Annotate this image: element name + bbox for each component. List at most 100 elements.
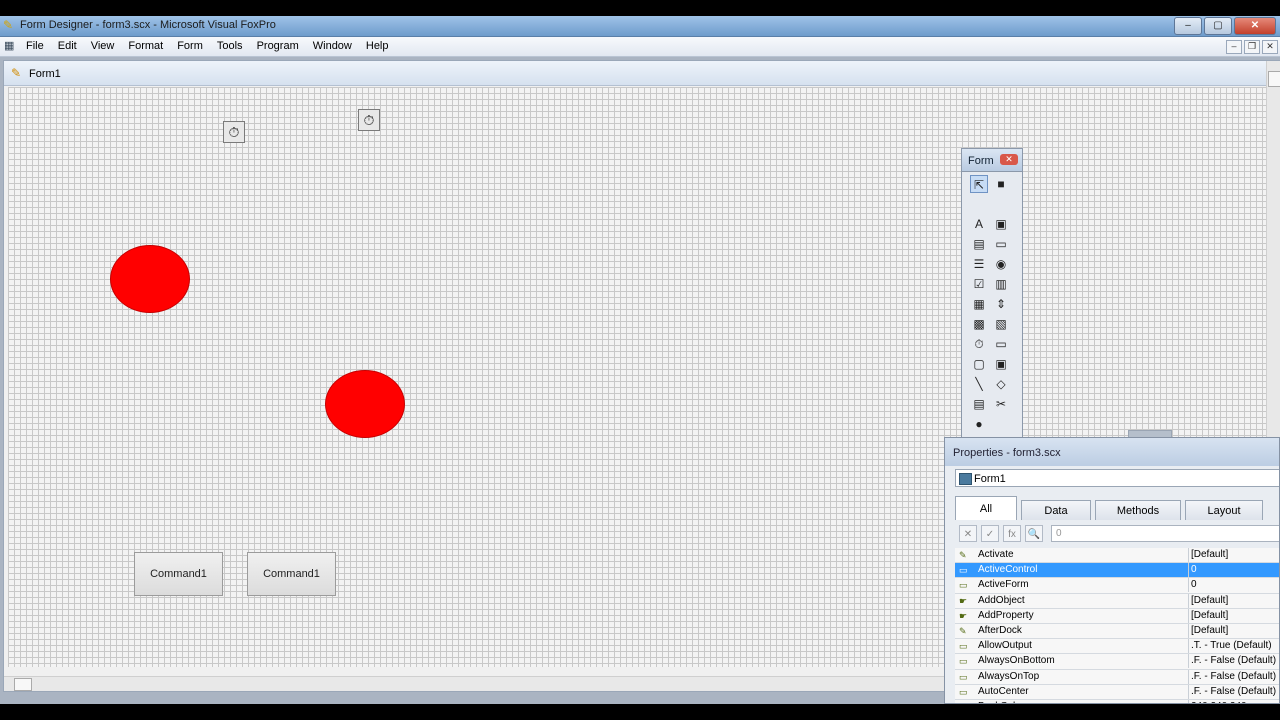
function-button[interactable]: fx bbox=[1003, 525, 1021, 542]
property-row[interactable]: ▭ AlwaysOnTop .F. - False (Default) bbox=[955, 669, 1279, 685]
menu-help[interactable]: Help bbox=[366, 40, 389, 52]
shape-circle-1[interactable] bbox=[110, 245, 190, 313]
property-icon: ▭ bbox=[959, 671, 968, 682]
horizontal-scroll-thumb[interactable] bbox=[14, 678, 32, 691]
maximize-button[interactable]: ▢ bbox=[1204, 17, 1232, 35]
property-icon: ▭ bbox=[959, 565, 968, 576]
label-tool-icon[interactable]: A bbox=[970, 215, 988, 233]
editbox-tool-icon[interactable]: ▤ bbox=[970, 235, 988, 253]
properties-titlebar[interactable]: Properties - form3.scx bbox=[945, 438, 1279, 466]
tab-methods[interactable]: Methods bbox=[1095, 500, 1181, 520]
property-name: AutoCenter bbox=[978, 685, 1029, 697]
object-selector[interactable]: Form1 bbox=[955, 469, 1279, 487]
vertical-scroll-thumb[interactable] bbox=[1268, 71, 1280, 87]
empty-slot bbox=[992, 415, 1010, 433]
property-value[interactable]: [Default] bbox=[1188, 593, 1228, 608]
grid-tool-icon[interactable]: ▩ bbox=[970, 315, 988, 333]
property-value-input[interactable]: 0 bbox=[1051, 525, 1279, 542]
hyperlink-tool-icon[interactable]: ● bbox=[970, 415, 988, 433]
separator-tool-icon[interactable]: ✂ bbox=[992, 395, 1010, 413]
mdi-controls: – ❐ ✕ bbox=[1226, 40, 1278, 54]
command-button-1[interactable]: Command1 bbox=[134, 552, 223, 596]
combobox-tool-icon[interactable]: ▥ bbox=[992, 275, 1010, 293]
close-button[interactable]: ✕ bbox=[1234, 17, 1276, 35]
shape-tool-icon[interactable]: ◇ bbox=[992, 375, 1010, 393]
menu-format[interactable]: Format bbox=[128, 40, 163, 52]
window-controls: – ▢ ✕ bbox=[1174, 17, 1276, 35]
timer-control-1[interactable]: ⏱ bbox=[223, 121, 245, 143]
form-system-menu-icon[interactable]: ▦ bbox=[4, 39, 18, 53]
tab-data[interactable]: Data bbox=[1021, 500, 1091, 520]
clock-icon: ⏱ bbox=[228, 124, 240, 140]
property-name: AllowOutput bbox=[978, 640, 1032, 652]
mdi-close-button[interactable]: ✕ bbox=[1262, 40, 1278, 54]
ole-bound-tool-icon[interactable]: ▣ bbox=[992, 355, 1010, 373]
object-selector-value: Form1 bbox=[974, 473, 1006, 485]
zoom-button[interactable]: 🔍 bbox=[1025, 525, 1043, 542]
option-group-tool-icon[interactable]: ◉ bbox=[992, 255, 1010, 273]
menu-form[interactable]: Form bbox=[177, 40, 203, 52]
property-value[interactable]: 0 bbox=[1188, 578, 1197, 593]
command-button-tool-icon[interactable]: ▭ bbox=[992, 235, 1010, 253]
cancel-edit-button[interactable]: ✕ bbox=[959, 525, 977, 542]
menu-tools[interactable]: Tools bbox=[217, 40, 243, 52]
tab-layout[interactable]: Layout bbox=[1185, 500, 1263, 520]
timer-tool-icon[interactable]: ⏱ bbox=[970, 335, 988, 353]
property-row[interactable]: ✎ AfterDock [Default] bbox=[955, 623, 1279, 640]
property-value[interactable]: [Default] bbox=[1188, 623, 1228, 638]
property-name: AddObject bbox=[978, 594, 1025, 606]
pageframe-tool-icon[interactable]: ▭ bbox=[992, 335, 1010, 353]
view-classes-icon[interactable]: ■ bbox=[992, 175, 1010, 193]
property-row[interactable]: ▭ ActiveControl 0 bbox=[955, 563, 1279, 579]
accept-edit-button[interactable]: ✓ bbox=[981, 525, 999, 542]
menu-program[interactable]: Program bbox=[257, 40, 299, 52]
image-tool-icon[interactable]: ▧ bbox=[992, 315, 1010, 333]
listbox-tool-icon[interactable]: ▦ bbox=[970, 295, 988, 313]
command-group-tool-icon[interactable]: ☰ bbox=[970, 255, 988, 273]
timer-control-2[interactable]: ⏱ bbox=[358, 109, 380, 131]
event-icon: ☛ bbox=[959, 595, 968, 606]
property-value[interactable]: 0 bbox=[1188, 563, 1197, 578]
property-value[interactable]: [Default] bbox=[1188, 608, 1228, 623]
property-name: AlwaysOnTop bbox=[978, 670, 1040, 682]
menu-file[interactable]: File bbox=[26, 40, 44, 52]
property-value[interactable]: .F. - False (Default) bbox=[1188, 684, 1276, 699]
property-row[interactable]: ▭ AutoCenter .F. - False (Default) bbox=[955, 684, 1279, 700]
property-value[interactable]: .F. - False (Default) bbox=[1188, 669, 1276, 684]
tab-all[interactable]: All bbox=[955, 496, 1017, 520]
window-title: Form Designer - form3.scx - Microsoft Vi… bbox=[20, 19, 276, 31]
toolbar-tools: ⇱ ■ A ▣ ▤ ▭ ☰ ◉ ☑ ▥ ▦ ⇕ ▩ ▧ ⏱ ▭ ▢ ▣ ╲ ◇ … bbox=[970, 175, 1014, 455]
property-name: AlwaysOnBottom bbox=[978, 655, 1055, 667]
menu-view[interactable]: View bbox=[91, 40, 115, 52]
form-designer-titlebar: ✎ Form1 bbox=[4, 61, 1280, 86]
select-objects-icon[interactable]: ⇱ bbox=[970, 175, 988, 193]
property-row[interactable]: ▭ AlwaysOnBottom .F. - False (Default) bbox=[955, 654, 1279, 670]
checkbox-tool-icon[interactable]: ☑ bbox=[970, 275, 988, 293]
menu-window[interactable]: Window bbox=[313, 40, 352, 52]
toolbar-header[interactable]: Form ✕ bbox=[962, 149, 1022, 172]
property-value[interactable]: .T. - True (Default) bbox=[1188, 639, 1272, 654]
method-icon: ✎ bbox=[959, 625, 967, 636]
toolbar-close-button[interactable]: ✕ bbox=[1000, 154, 1018, 165]
property-row[interactable]: ☛ AddProperty [Default] bbox=[955, 608, 1279, 624]
property-value[interactable]: [Default] bbox=[1188, 548, 1228, 562]
command-button-2[interactable]: Command1 bbox=[247, 552, 336, 596]
spinner-tool-icon[interactable]: ⇕ bbox=[992, 295, 1010, 313]
shape-circle-2[interactable] bbox=[325, 370, 405, 438]
form-title: Form1 bbox=[29, 68, 61, 80]
menu-edit[interactable]: Edit bbox=[58, 40, 77, 52]
minimize-button[interactable]: – bbox=[1174, 17, 1202, 35]
bottom-letterbox bbox=[0, 704, 1280, 720]
property-row[interactable]: ▭ AllowOutput .T. - True (Default) bbox=[955, 639, 1279, 655]
mdi-minimize-button[interactable]: – bbox=[1226, 40, 1242, 54]
properties-window: Properties - form3.scx Form1 All Data Me… bbox=[944, 437, 1280, 704]
mdi-restore-button[interactable]: ❐ bbox=[1244, 40, 1260, 54]
textbox-tool-icon[interactable]: ▣ bbox=[992, 215, 1010, 233]
property-row[interactable]: ☛ AddObject [Default] bbox=[955, 593, 1279, 609]
property-row[interactable]: ✎ Activate [Default] bbox=[955, 548, 1279, 564]
property-value[interactable]: .F. - False (Default) bbox=[1188, 654, 1276, 669]
ole-container-tool-icon[interactable]: ▢ bbox=[970, 355, 988, 373]
container-tool-icon[interactable]: ▤ bbox=[970, 395, 988, 413]
property-row[interactable]: ▭ ActiveForm 0 bbox=[955, 578, 1279, 594]
line-tool-icon[interactable]: ╲ bbox=[970, 375, 988, 393]
